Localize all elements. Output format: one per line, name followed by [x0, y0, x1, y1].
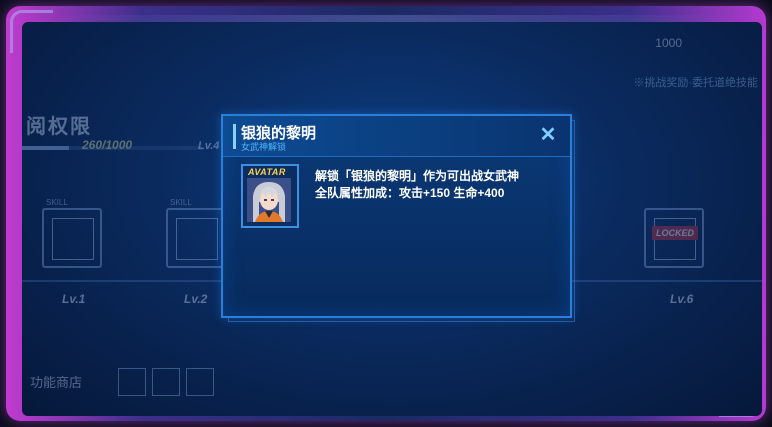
dialog-subtitle: 女武神解锁 [241, 142, 287, 152]
section-title: 阅权限 [26, 116, 92, 138]
skill-icon [52, 218, 94, 260]
skill-slot-2[interactable]: SKILL [166, 198, 226, 268]
progress-text: 260/1000 [82, 138, 133, 152]
reward-text-unlock: 解锁「银狼的黎明」作为可出战女武神 [315, 169, 520, 183]
gold-counter: 1000 [655, 36, 682, 50]
dialog-header: 银狼的黎明 女武神解锁 ✕ [223, 116, 570, 157]
skill-tag: SKILL [46, 198, 68, 207]
level-top-label: Lv.4 [198, 140, 220, 152]
locked-badge: LOCKED [652, 226, 698, 240]
avatar-card[interactable]: AVATAR [241, 164, 299, 228]
skill-tag: SKILL [170, 198, 192, 207]
skill-slot-1[interactable]: SKILL [42, 198, 102, 268]
level-label-1: Lv.1 [62, 292, 86, 306]
bottom-icon-1[interactable] [118, 368, 146, 396]
level-label-2: Lv.2 [184, 292, 208, 306]
level-label-6: Lv.6 [670, 292, 694, 306]
close-icon: ✕ [539, 124, 557, 146]
avatar-tag: AVATAR [248, 167, 286, 177]
close-button[interactable]: ✕ [538, 125, 558, 145]
valkyrie-portrait-icon [247, 178, 291, 222]
progress-fill [22, 146, 69, 150]
skill-icon [176, 218, 218, 260]
top-right-hint: ※挑战奖励·委托道绝技能 [633, 77, 758, 89]
bottom-icon-2[interactable] [152, 368, 180, 396]
unlock-dialog: 银狼的黎明 女武神解锁 ✕ AVATAR 解锁「银狼的黎明」作为可出战女武神 全… [221, 114, 572, 318]
bottom-icon-3[interactable] [186, 368, 214, 396]
reward-text-bonus: 全队属性加成：攻击+150 生命+400 [315, 186, 505, 200]
title-accent-bar [233, 124, 236, 149]
bottom-label: 功能商店 [30, 375, 83, 390]
